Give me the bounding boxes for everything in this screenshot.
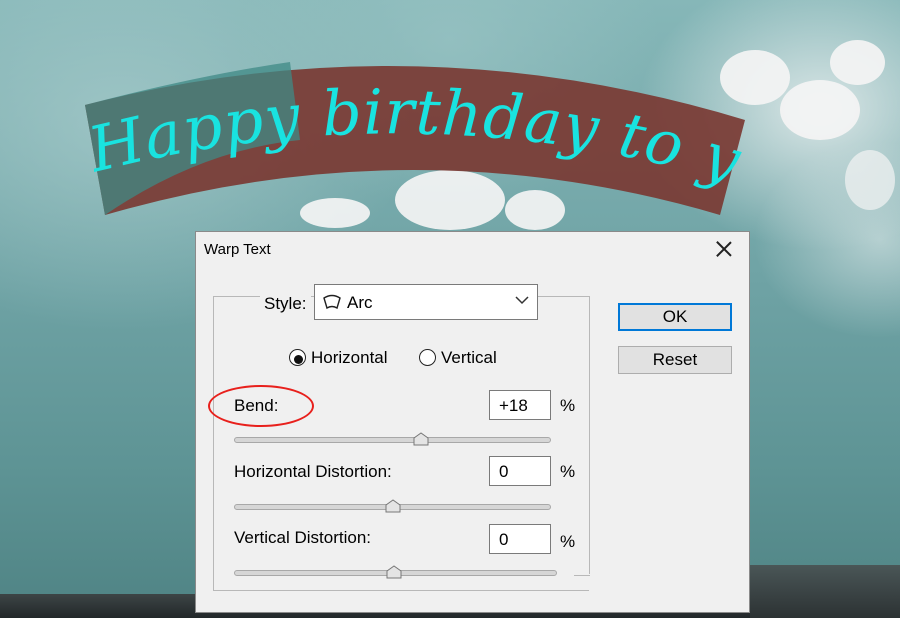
vertical-distortion-slider-thumb[interactable] bbox=[386, 565, 402, 579]
horizontal-distortion-label: Horizontal Distortion: bbox=[234, 462, 392, 481]
horizontal-distortion-unit: % bbox=[560, 462, 576, 481]
style-dropdown[interactable]: Arc bbox=[314, 284, 538, 320]
group-border bbox=[589, 296, 590, 574]
horizontal-distortion-slider-thumb[interactable] bbox=[385, 499, 401, 513]
style-value: Arc bbox=[347, 293, 373, 312]
arc-style-icon bbox=[323, 294, 341, 310]
bend-slider-track[interactable] bbox=[234, 437, 551, 443]
radio-horizontal-label: Horizontal bbox=[311, 348, 388, 367]
radio-vertical-label: Vertical bbox=[441, 348, 497, 367]
workspace-bottom-strip-right bbox=[750, 565, 900, 618]
vertical-distortion-label: Vertical Distortion: bbox=[234, 528, 371, 547]
vertical-distortion-input[interactable]: 0 bbox=[489, 524, 551, 554]
radio-circle bbox=[419, 349, 436, 366]
dialog-title: Warp Text bbox=[204, 241, 271, 258]
vertical-distortion-unit: % bbox=[560, 532, 576, 551]
bend-annotation-circle bbox=[208, 385, 314, 427]
ok-button[interactable]: OK bbox=[618, 303, 732, 331]
radio-circle bbox=[289, 349, 306, 366]
style-label: Style: bbox=[260, 294, 311, 314]
horizontal-distortion-input[interactable]: 0 bbox=[489, 456, 551, 486]
bend-input[interactable]: +18 bbox=[489, 390, 551, 420]
warped-text-layer: Happy birthday to you bbox=[0, 0, 748, 215]
bend-slider-thumb[interactable] bbox=[413, 432, 429, 446]
bend-unit: % bbox=[560, 396, 576, 415]
close-icon[interactable] bbox=[713, 238, 735, 260]
chevron-down-icon bbox=[515, 296, 529, 305]
group-border bbox=[544, 296, 590, 297]
group-border bbox=[574, 575, 590, 576]
reset-button[interactable]: Reset bbox=[618, 346, 732, 374]
radio-dot bbox=[294, 355, 303, 364]
